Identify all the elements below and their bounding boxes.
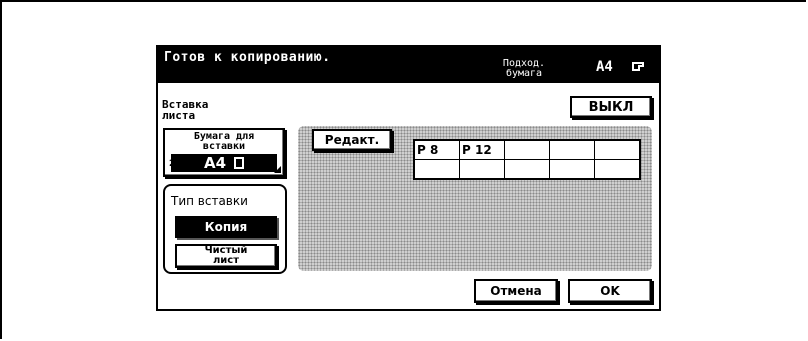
edit-button[interactable]: Редакт. — [312, 129, 392, 151]
insert-paper-size: A4 — [203, 154, 227, 172]
insert-pages-grid: P 8 P 12 — [413, 139, 641, 180]
table-row — [413, 159, 641, 180]
cancel-button[interactable]: Отмена — [474, 279, 558, 303]
page-cell — [413, 159, 460, 180]
page-cell — [459, 159, 505, 180]
page-cell: P 8 — [413, 139, 460, 160]
ok-button[interactable]: OK — [568, 279, 652, 303]
insert-type-title: Тип вставки — [171, 194, 248, 208]
copier-panel: Готов к копированию. Подход. бумага A4 В… — [156, 45, 661, 311]
page-cell — [594, 139, 641, 160]
blank-sheet-option-button[interactable]: Чистый лист — [175, 244, 277, 268]
insert-paper-button[interactable]: Бумага для вставки A4 2 — [163, 128, 285, 177]
page-cell — [549, 159, 595, 180]
insert-paper-label: Бумага для вставки — [193, 131, 255, 152]
function-title: Вставка листа — [162, 98, 209, 122]
paper-portrait-icon — [234, 157, 245, 169]
tray-number: 2 — [169, 159, 176, 169]
off-button[interactable]: ВЫКЛ — [570, 96, 652, 118]
paper-size-value: A4 — [596, 59, 613, 75]
insert-type-group: Тип вставки Копия Чистый лист — [163, 184, 287, 274]
page-cell — [504, 139, 550, 160]
page-cell — [594, 159, 641, 180]
status-bar: Готов к копированию. Подход. бумага A4 — [158, 47, 659, 83]
page-cell — [549, 139, 595, 160]
paper-orientation-icon — [632, 62, 644, 71]
paper-feed-label: Подход. бумага — [502, 58, 546, 79]
status-message: Готов к копированию. — [164, 50, 331, 65]
table-row: P 8 P 12 — [413, 139, 641, 160]
copy-option-button[interactable]: Копия — [175, 216, 277, 238]
page-cell — [504, 159, 550, 180]
page-cell: P 12 — [459, 139, 505, 160]
corner-triangle-icon — [274, 166, 281, 173]
insert-paper-value-box: A4 — [171, 154, 277, 172]
